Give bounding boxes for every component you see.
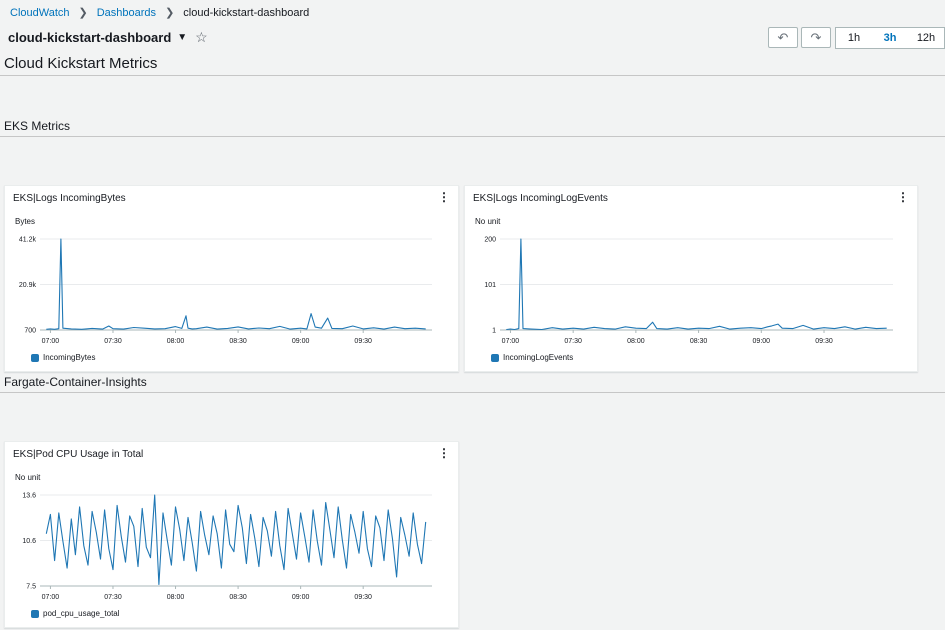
x-tick-label: 09:30	[354, 338, 372, 345]
x-tick-label: 09:30	[354, 594, 372, 601]
x-tick-label: 09:00	[292, 338, 310, 345]
caret-down-icon[interactable]: ▼	[177, 32, 187, 43]
chevron-right-icon: ❯	[78, 7, 88, 19]
y-tick-label: 200	[484, 237, 496, 244]
widget-pod-cpu-usage: EKS|Pod CPU Usage in Total ⋮ No unit 13.…	[4, 441, 459, 628]
undo-icon: ↶	[777, 29, 789, 45]
legend-label: IncomingLogEvents	[503, 353, 574, 362]
legend-label: pod_cpu_usage_total	[43, 609, 120, 618]
star-icon[interactable]: ☆	[195, 29, 208, 46]
range-1h-button[interactable]: 1h	[836, 28, 872, 48]
x-tick-label: 08:00	[167, 338, 185, 345]
section-divider	[0, 392, 945, 393]
chart-legend[interactable]: pod_cpu_usage_total	[31, 609, 120, 618]
chevron-right-icon: ❯	[165, 7, 175, 19]
x-tick-label: 09:00	[292, 594, 310, 601]
legend-swatch	[491, 353, 499, 362]
y-tick-label: 13.6	[22, 493, 36, 500]
redo-button[interactable]: ↷	[801, 27, 831, 48]
x-tick-label: 07:30	[564, 338, 582, 345]
widget-incoming-log-events: EKS|Logs IncomingLogEvents ⋮ No unit 200…	[464, 185, 918, 372]
section-divider	[0, 136, 945, 137]
y-tick-label: 1	[492, 328, 496, 335]
chart-legend[interactable]: IncomingBytes	[31, 353, 95, 362]
x-tick-label: 08:00	[627, 338, 645, 345]
x-tick-label: 08:30	[690, 338, 708, 345]
x-tick-label: 08:30	[229, 338, 247, 345]
y-tick-label: 20.9k	[19, 282, 37, 289]
pod-cpu-usage-chart: 13.6 10.6 7.5 07:00 07:30 08:00 08:30 09:00 09:3…	[22, 493, 432, 601]
legend-swatch	[31, 353, 39, 362]
eks-section-title: EKS Metrics	[4, 119, 71, 133]
widget-incoming-bytes: EKS|Logs IncomingBytes ⋮ Bytes 41.2k 20.9…	[4, 185, 459, 372]
range-3h-button[interactable]: 3h	[872, 28, 908, 48]
y-tick-label: 700	[24, 328, 36, 335]
incoming-bytes-chart: 41.2k 20.9k 700 07:00 07:30 08:00 08:30 09:00 09…	[19, 237, 432, 345]
dashboard-title: cloud-kickstart-dashboard	[8, 30, 172, 45]
x-tick-label: 07:30	[104, 594, 122, 601]
x-tick-label: 07:30	[104, 338, 122, 345]
x-tick-label: 09:30	[815, 338, 833, 345]
y-tick-label: 101	[484, 282, 496, 289]
x-tick-label: 09:00	[753, 338, 771, 345]
main-section-title: Cloud Kickstart Metrics	[4, 55, 158, 72]
breadcrumb: CloudWatch ❯ Dashboards ❯ cloud-kickstar…	[10, 6, 310, 20]
y-tick-label: 7.5	[26, 584, 36, 591]
y-tick-label: 41.2k	[19, 237, 37, 244]
x-tick-label: 08:00	[167, 594, 185, 601]
x-tick-label: 07:00	[502, 338, 520, 345]
chart-legend[interactable]: IncomingLogEvents	[491, 353, 573, 362]
time-range-selector: 1h 3h 12h	[835, 27, 945, 49]
breadcrumb-current: cloud-kickstart-dashboard	[183, 6, 310, 19]
fargate-section-title: Fargate-Container-Insights	[4, 375, 147, 389]
y-tick-label: 10.6	[22, 538, 36, 545]
breadcrumb-cloudwatch-link[interactable]: CloudWatch	[10, 7, 70, 19]
undo-button[interactable]: ↶	[768, 27, 798, 48]
x-tick-label: 08:30	[229, 594, 247, 601]
breadcrumb-dashboards-link[interactable]: Dashboards	[97, 7, 156, 19]
redo-icon: ↷	[810, 29, 822, 45]
x-tick-label: 07:00	[42, 594, 60, 601]
legend-swatch	[31, 609, 39, 618]
incoming-log-events-chart: 200 101 1 07:00 07:30 08:00 08:30 09:00 09:30	[484, 237, 893, 345]
x-tick-label: 07:00	[42, 338, 60, 345]
series-line	[45, 494, 427, 586]
range-12h-button[interactable]: 12h	[908, 28, 944, 48]
dashboard-title-row: cloud-kickstart-dashboard ▼ ☆	[8, 29, 208, 46]
section-divider	[0, 75, 945, 76]
legend-label: IncomingBytes	[43, 353, 96, 362]
